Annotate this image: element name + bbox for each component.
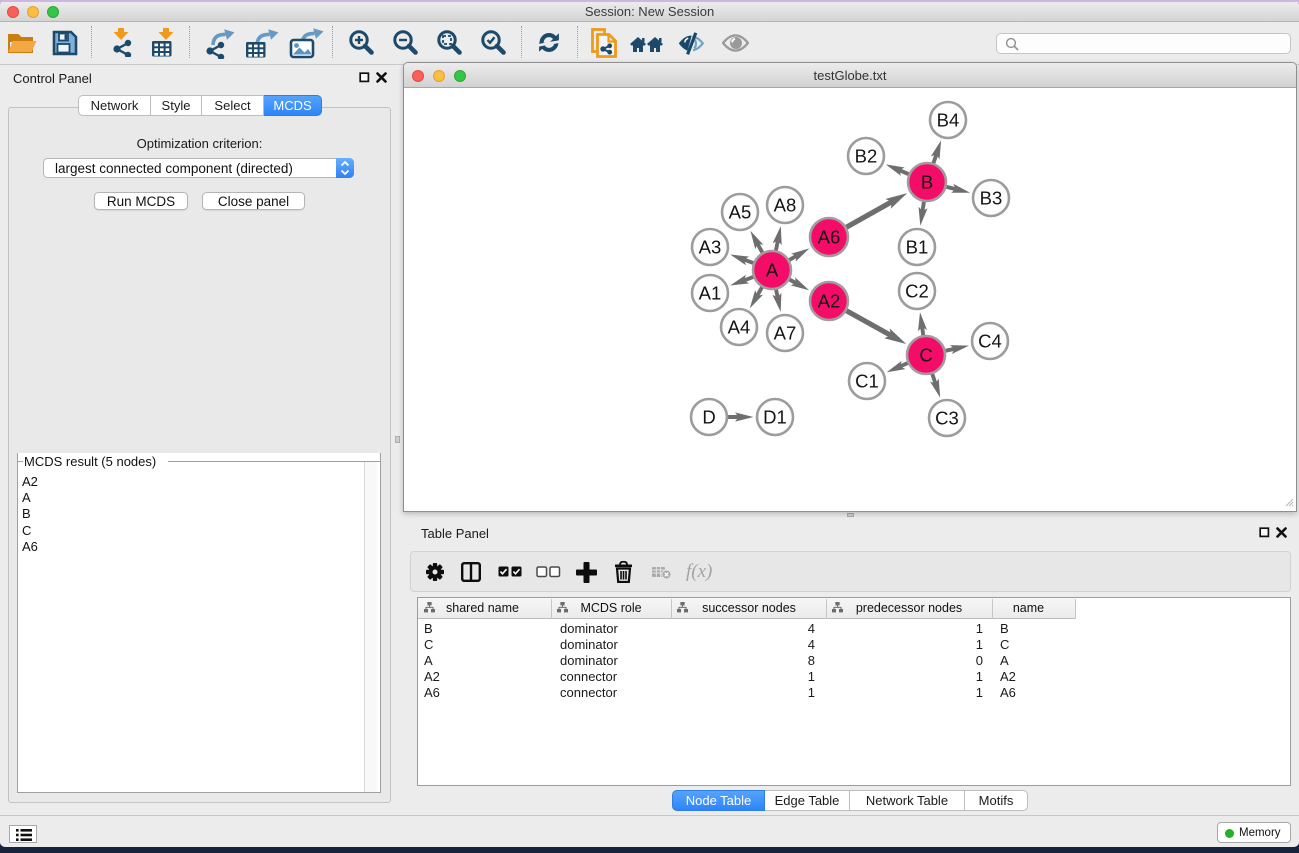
svg-text:C: C	[919, 345, 932, 366]
svg-text:C1: C1	[855, 371, 879, 392]
svg-text:A: A	[766, 260, 779, 281]
svg-text:A7: A7	[774, 323, 797, 344]
svg-text:D: D	[702, 407, 715, 428]
svg-text:A3: A3	[699, 237, 722, 258]
svg-text:A4: A4	[728, 317, 751, 338]
svg-text:D1: D1	[763, 407, 787, 428]
svg-text:B1: B1	[906, 237, 929, 258]
svg-text:B3: B3	[980, 188, 1003, 209]
svg-text:C4: C4	[978, 331, 1002, 352]
svg-text:A5: A5	[729, 202, 752, 223]
svg-text:B4: B4	[937, 110, 960, 131]
svg-text:C3: C3	[935, 408, 959, 429]
svg-text:A8: A8	[774, 195, 797, 216]
svg-text:C2: C2	[905, 281, 929, 302]
svg-text:A6: A6	[818, 227, 841, 248]
svg-text:B2: B2	[855, 146, 878, 167]
svg-text:A2: A2	[818, 291, 841, 312]
svg-text:B: B	[921, 172, 933, 193]
svg-text:A1: A1	[699, 283, 722, 304]
